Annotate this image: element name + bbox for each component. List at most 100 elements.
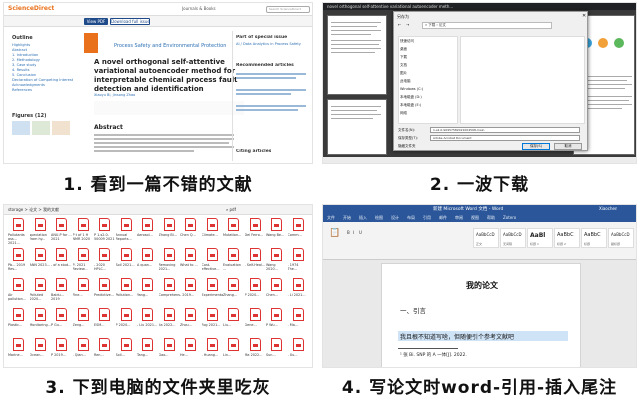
pdf-file-icon[interactable] [271, 218, 282, 231]
tab-file[interactable]: 文件 [327, 215, 335, 221]
explorer-path[interactable]: storage > 论文 > 我的文献 [8, 207, 59, 213]
pdf-file-icon[interactable] [228, 248, 239, 261]
tab-help[interactable]: 帮助 [487, 215, 495, 221]
pdf-file-icon[interactable] [185, 308, 196, 321]
pdf-file-icon[interactable] [34, 248, 46, 261]
pdf-file-icon[interactable] [56, 218, 67, 231]
document-page[interactable]: 我的论文 一、引言 我且根不知道写啥，但随便引个参考文献吧 ¹ 张 Bi. SN… [381, 263, 582, 367]
paste-icon[interactable]: 📋 [329, 228, 340, 238]
sidebar-item[interactable]: 快速访问 [400, 39, 414, 44]
save-type-select[interactable]: Adobe Acrobat Document [430, 135, 580, 141]
journal-name[interactable]: Process Safety and Environmental Protect… [114, 43, 226, 49]
outline-item[interactable]: 4. Results [12, 68, 30, 72]
pdf-file-icon[interactable] [206, 248, 218, 261]
pdf-file-icon[interactable] [120, 338, 132, 351]
doc-title[interactable]: 我的论文 [382, 280, 582, 291]
doc-heading[interactable]: 一、引言 [400, 305, 426, 315]
style-subtitle[interactable]: AaBbCcD 副标题 [608, 228, 634, 248]
recommended-article[interactable] [236, 109, 298, 111]
pdf-file-icon[interactable] [99, 248, 110, 261]
sidebar-item[interactable]: 网络 [400, 111, 407, 116]
site-logo[interactable]: ScienceDirect [8, 5, 54, 12]
cancel-button[interactable]: 取消 [554, 143, 582, 150]
pdf-file-icon[interactable] [77, 278, 89, 291]
pdf-file-icon[interactable] [99, 338, 110, 351]
view-pdf-button[interactable]: View PDF [84, 18, 108, 25]
pdf-file-icon[interactable] [271, 248, 282, 261]
pdf-file-icon[interactable] [185, 248, 196, 261]
pdf-file-icon[interactable] [56, 308, 67, 321]
pdf-file-icon[interactable] [13, 338, 24, 351]
pdf-file-icon[interactable] [77, 248, 89, 261]
pdf-file-icon[interactable] [163, 308, 175, 321]
pdf-file-icon[interactable] [249, 218, 261, 231]
font-italic-icon[interactable]: I [353, 230, 354, 235]
pdf-file-icon[interactable] [56, 248, 67, 261]
pdf-file-icon[interactable] [13, 248, 24, 261]
sidebar-item[interactable]: Windows (C:) [400, 87, 423, 91]
pdf-file-icon[interactable] [142, 278, 153, 291]
pdf-file-icon[interactable] [142, 308, 153, 321]
pdf-file-icon[interactable] [56, 278, 67, 291]
pdf-file-icon[interactable] [185, 278, 196, 291]
pdf-file-icon[interactable] [271, 278, 282, 291]
sidebar-item[interactable]: 桌面 [400, 47, 407, 52]
pdf-file-icon[interactable] [206, 308, 218, 321]
pdf-file-icon[interactable] [228, 218, 239, 231]
pdf-file-icon[interactable] [206, 218, 218, 231]
pdf-file-icon[interactable] [271, 308, 282, 321]
outline-item[interactable]: Highlights [12, 43, 30, 47]
explorer-search[interactable]: ⌕ pdf [226, 207, 236, 212]
outline-item[interactable]: Abstract [12, 48, 27, 52]
outline-item[interactable]: Acknowledgments [12, 83, 45, 87]
sidebar-item[interactable]: 此电脑 [400, 79, 411, 84]
outline-item[interactable]: 5. Conclusion [12, 73, 36, 77]
endnote-text[interactable]: ¹ 张 Bi. SNP 的 A 一体[J]. 2022. [400, 352, 467, 358]
outline-item[interactable]: References [12, 88, 32, 92]
pdf-file-icon[interactable] [120, 308, 132, 321]
tab-home[interactable]: 开始 [343, 215, 351, 221]
tab-references[interactable]: 引用 [423, 215, 431, 221]
font-underline-icon[interactable]: U [359, 230, 362, 235]
pdf-file-icon[interactable] [99, 278, 110, 291]
pdf-file-icon[interactable] [120, 248, 132, 261]
pdf-file-icon[interactable] [99, 308, 110, 321]
pdf-file-icon[interactable] [292, 248, 304, 261]
path-bar[interactable]: « 下载 › 论文 [422, 22, 552, 29]
pdf-file-icon[interactable] [228, 338, 239, 351]
journals-books-link[interactable]: Journals & Books [182, 6, 216, 11]
pdf-file-icon[interactable] [271, 338, 282, 351]
style-no-spacing[interactable]: AaBbCcD 无间隔 [500, 228, 526, 248]
pdf-file-icon[interactable] [292, 308, 304, 321]
style-heading-1[interactable]: AaBl 标题 1 [527, 228, 553, 248]
hide-folders-toggle[interactable]: 隐藏文件夹 [398, 144, 416, 149]
tab-draw[interactable]: 绘图 [375, 215, 383, 221]
pdf-file-icon[interactable] [249, 278, 261, 291]
pdf-file-icon[interactable] [13, 308, 24, 321]
pdf-file-icon[interactable] [185, 338, 196, 351]
pdf-file-icon[interactable] [228, 278, 239, 291]
style-title[interactable]: AaBbC 标题 [581, 228, 607, 248]
recommended-article[interactable] [236, 105, 306, 107]
pdf-file-icon[interactable] [34, 218, 46, 231]
doc-body-text[interactable]: 我且根不知道写啥，但随便引个参考文献吧 [400, 332, 514, 341]
pdf-file-icon[interactable] [142, 248, 153, 261]
pdf-file-icon[interactable] [142, 218, 153, 231]
pdf-file-icon[interactable] [120, 278, 132, 291]
sidebar-item[interactable]: 本地磁盘 (D:) [400, 95, 422, 100]
close-icon[interactable]: ✕ [582, 13, 586, 19]
pdf-file-icon[interactable] [206, 338, 218, 351]
pdf-file-icon[interactable] [99, 218, 110, 231]
outline-item[interactable]: 2. Methodology [12, 58, 40, 62]
pdf-file-icon[interactable] [77, 308, 89, 321]
article-authors[interactable]: Xiaoyu Bi, Jinsong Zhao [94, 93, 135, 97]
outline-item[interactable]: Declaration of Competing Interest [12, 78, 73, 82]
recommended-article[interactable] [236, 77, 296, 79]
pdf-file-icon[interactable] [249, 248, 261, 261]
search-input[interactable]: Search ScienceDirect [266, 6, 310, 13]
special-issue-link[interactable]: AI / Data Analytics in Process Safety [236, 42, 301, 46]
figure-thumbnail[interactable] [52, 121, 70, 135]
word-user[interactable]: Xiaochen [599, 206, 617, 211]
pdf-file-icon[interactable] [292, 338, 304, 351]
pdf-file-icon[interactable] [185, 218, 196, 231]
